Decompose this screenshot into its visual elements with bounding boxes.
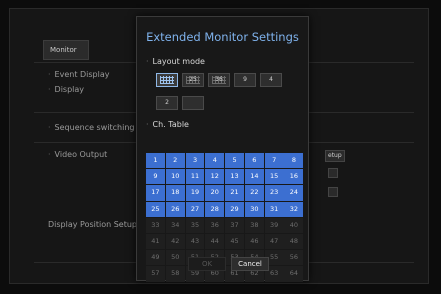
- channel-cell[interactable]: 50: [165, 250, 185, 266]
- display-position-label: Display Position Setup: [48, 220, 138, 229]
- channel-cell[interactable]: 23: [264, 185, 284, 201]
- option-field[interactable]: [328, 187, 338, 197]
- cancel-button[interactable]: Cancel: [231, 257, 269, 271]
- ok-button[interactable]: OK: [188, 257, 226, 271]
- channel-cell[interactable]: 18: [165, 185, 185, 201]
- channel-cell[interactable]: 12: [205, 169, 225, 185]
- channel-cell[interactable]: 6: [244, 153, 264, 169]
- channel-cell[interactable]: 30: [244, 201, 264, 217]
- channel-cell[interactable]: 31: [264, 201, 284, 217]
- channel-cell[interactable]: 37: [225, 217, 245, 234]
- layout-label: 4: [269, 76, 273, 83]
- tab-monitor[interactable]: Monitor: [43, 40, 89, 60]
- event-display-label: Event Display: [54, 70, 110, 79]
- channel-cell[interactable]: 41: [146, 233, 165, 250]
- setup-button[interactable]: etup: [325, 150, 345, 162]
- channel-cell[interactable]: 10: [165, 169, 185, 185]
- channel-cell[interactable]: 21: [225, 185, 245, 201]
- event-display-item[interactable]: Event Display: [48, 70, 110, 79]
- channel-cell[interactable]: 2: [165, 153, 185, 169]
- channel-cell[interactable]: 3: [185, 153, 205, 169]
- display-label: Display: [54, 85, 85, 94]
- channel-cell[interactable]: 56: [284, 250, 304, 266]
- channel-cell[interactable]: 40: [284, 217, 304, 234]
- channel-cell[interactable]: 58: [165, 266, 185, 282]
- channel-cell[interactable]: 11: [185, 169, 205, 185]
- channel-cell[interactable]: 24: [284, 185, 304, 201]
- option-field[interactable]: [328, 168, 338, 178]
- channel-cell[interactable]: 9: [146, 169, 165, 185]
- channel-cell[interactable]: 46: [244, 233, 264, 250]
- channel-cell[interactable]: 43: [185, 233, 205, 250]
- channel-cell[interactable]: 35: [185, 217, 205, 234]
- channel-cell[interactable]: 64: [284, 266, 304, 282]
- ch-table-label: Ch. Table: [146, 120, 189, 129]
- channel-cell[interactable]: 15: [264, 169, 284, 185]
- channel-cell[interactable]: 8: [284, 153, 304, 169]
- channel-cell[interactable]: 20: [205, 185, 225, 201]
- layout-36-button[interactable]: 36: [208, 73, 230, 87]
- channel-cell[interactable]: 48: [284, 233, 304, 250]
- extended-monitor-dialog: Extended Monitor Settings Layout mode 25…: [136, 16, 309, 282]
- channel-cell[interactable]: 45: [225, 233, 245, 250]
- video-output-item[interactable]: Video Output: [48, 150, 108, 159]
- channel-cell[interactable]: 13: [225, 169, 245, 185]
- channel-cell[interactable]: 34: [165, 217, 185, 234]
- layout-16-button[interactable]: [156, 73, 178, 87]
- channel-cell[interactable]: 29: [225, 201, 245, 217]
- channel-cell[interactable]: 4: [205, 153, 225, 169]
- channel-cell[interactable]: 16: [284, 169, 304, 185]
- channel-cell[interactable]: 42: [165, 233, 185, 250]
- layout-label: 36: [215, 76, 223, 83]
- channel-cell[interactable]: 27: [185, 201, 205, 217]
- channel-cell[interactable]: 1: [146, 153, 165, 169]
- dialog-title: Extended Monitor Settings: [146, 30, 299, 44]
- grid-icon: [160, 76, 174, 84]
- layout-label: 9: [243, 76, 247, 83]
- sequence-switching-label: Sequence switching ti: [54, 123, 143, 132]
- channel-cell[interactable]: 36: [205, 217, 225, 234]
- channel-cell[interactable]: 19: [185, 185, 205, 201]
- channel-cell[interactable]: 49: [146, 250, 165, 266]
- channel-cell[interactable]: 39: [264, 217, 284, 234]
- channel-cell[interactable]: 28: [205, 201, 225, 217]
- channel-cell[interactable]: 26: [165, 201, 185, 217]
- layout-mode-label: Layout mode: [146, 57, 205, 66]
- display-position-setup-item[interactable]: Display Position Setup: [48, 220, 137, 229]
- video-output-label: Video Output: [54, 150, 108, 159]
- layout-9-button[interactable]: 9: [234, 73, 256, 87]
- layout-label: 2: [165, 99, 169, 106]
- channel-cell[interactable]: 7: [264, 153, 284, 169]
- channel-cell[interactable]: 38: [244, 217, 264, 234]
- layout-1-button[interactable]: [182, 96, 204, 110]
- layout-2-button[interactable]: 2: [156, 96, 178, 110]
- channel-cell[interactable]: 17: [146, 185, 165, 201]
- channel-cell[interactable]: 33: [146, 217, 165, 234]
- channel-cell[interactable]: 22: [244, 185, 264, 201]
- channel-cell[interactable]: 44: [205, 233, 225, 250]
- layout-4-button[interactable]: 4: [260, 73, 282, 87]
- layout-25-button[interactable]: 25: [182, 73, 204, 87]
- display-item[interactable]: Display: [48, 85, 85, 94]
- layout-label: 25: [189, 76, 197, 83]
- channel-cell[interactable]: 32: [284, 201, 304, 217]
- channel-cell[interactable]: 5: [225, 153, 245, 169]
- channel-cell[interactable]: 57: [146, 266, 165, 282]
- sequence-switching-item[interactable]: Sequence switching ti: [48, 123, 143, 132]
- channel-cell[interactable]: 14: [244, 169, 264, 185]
- channel-cell[interactable]: 47: [264, 233, 284, 250]
- channel-cell[interactable]: 25: [146, 201, 165, 217]
